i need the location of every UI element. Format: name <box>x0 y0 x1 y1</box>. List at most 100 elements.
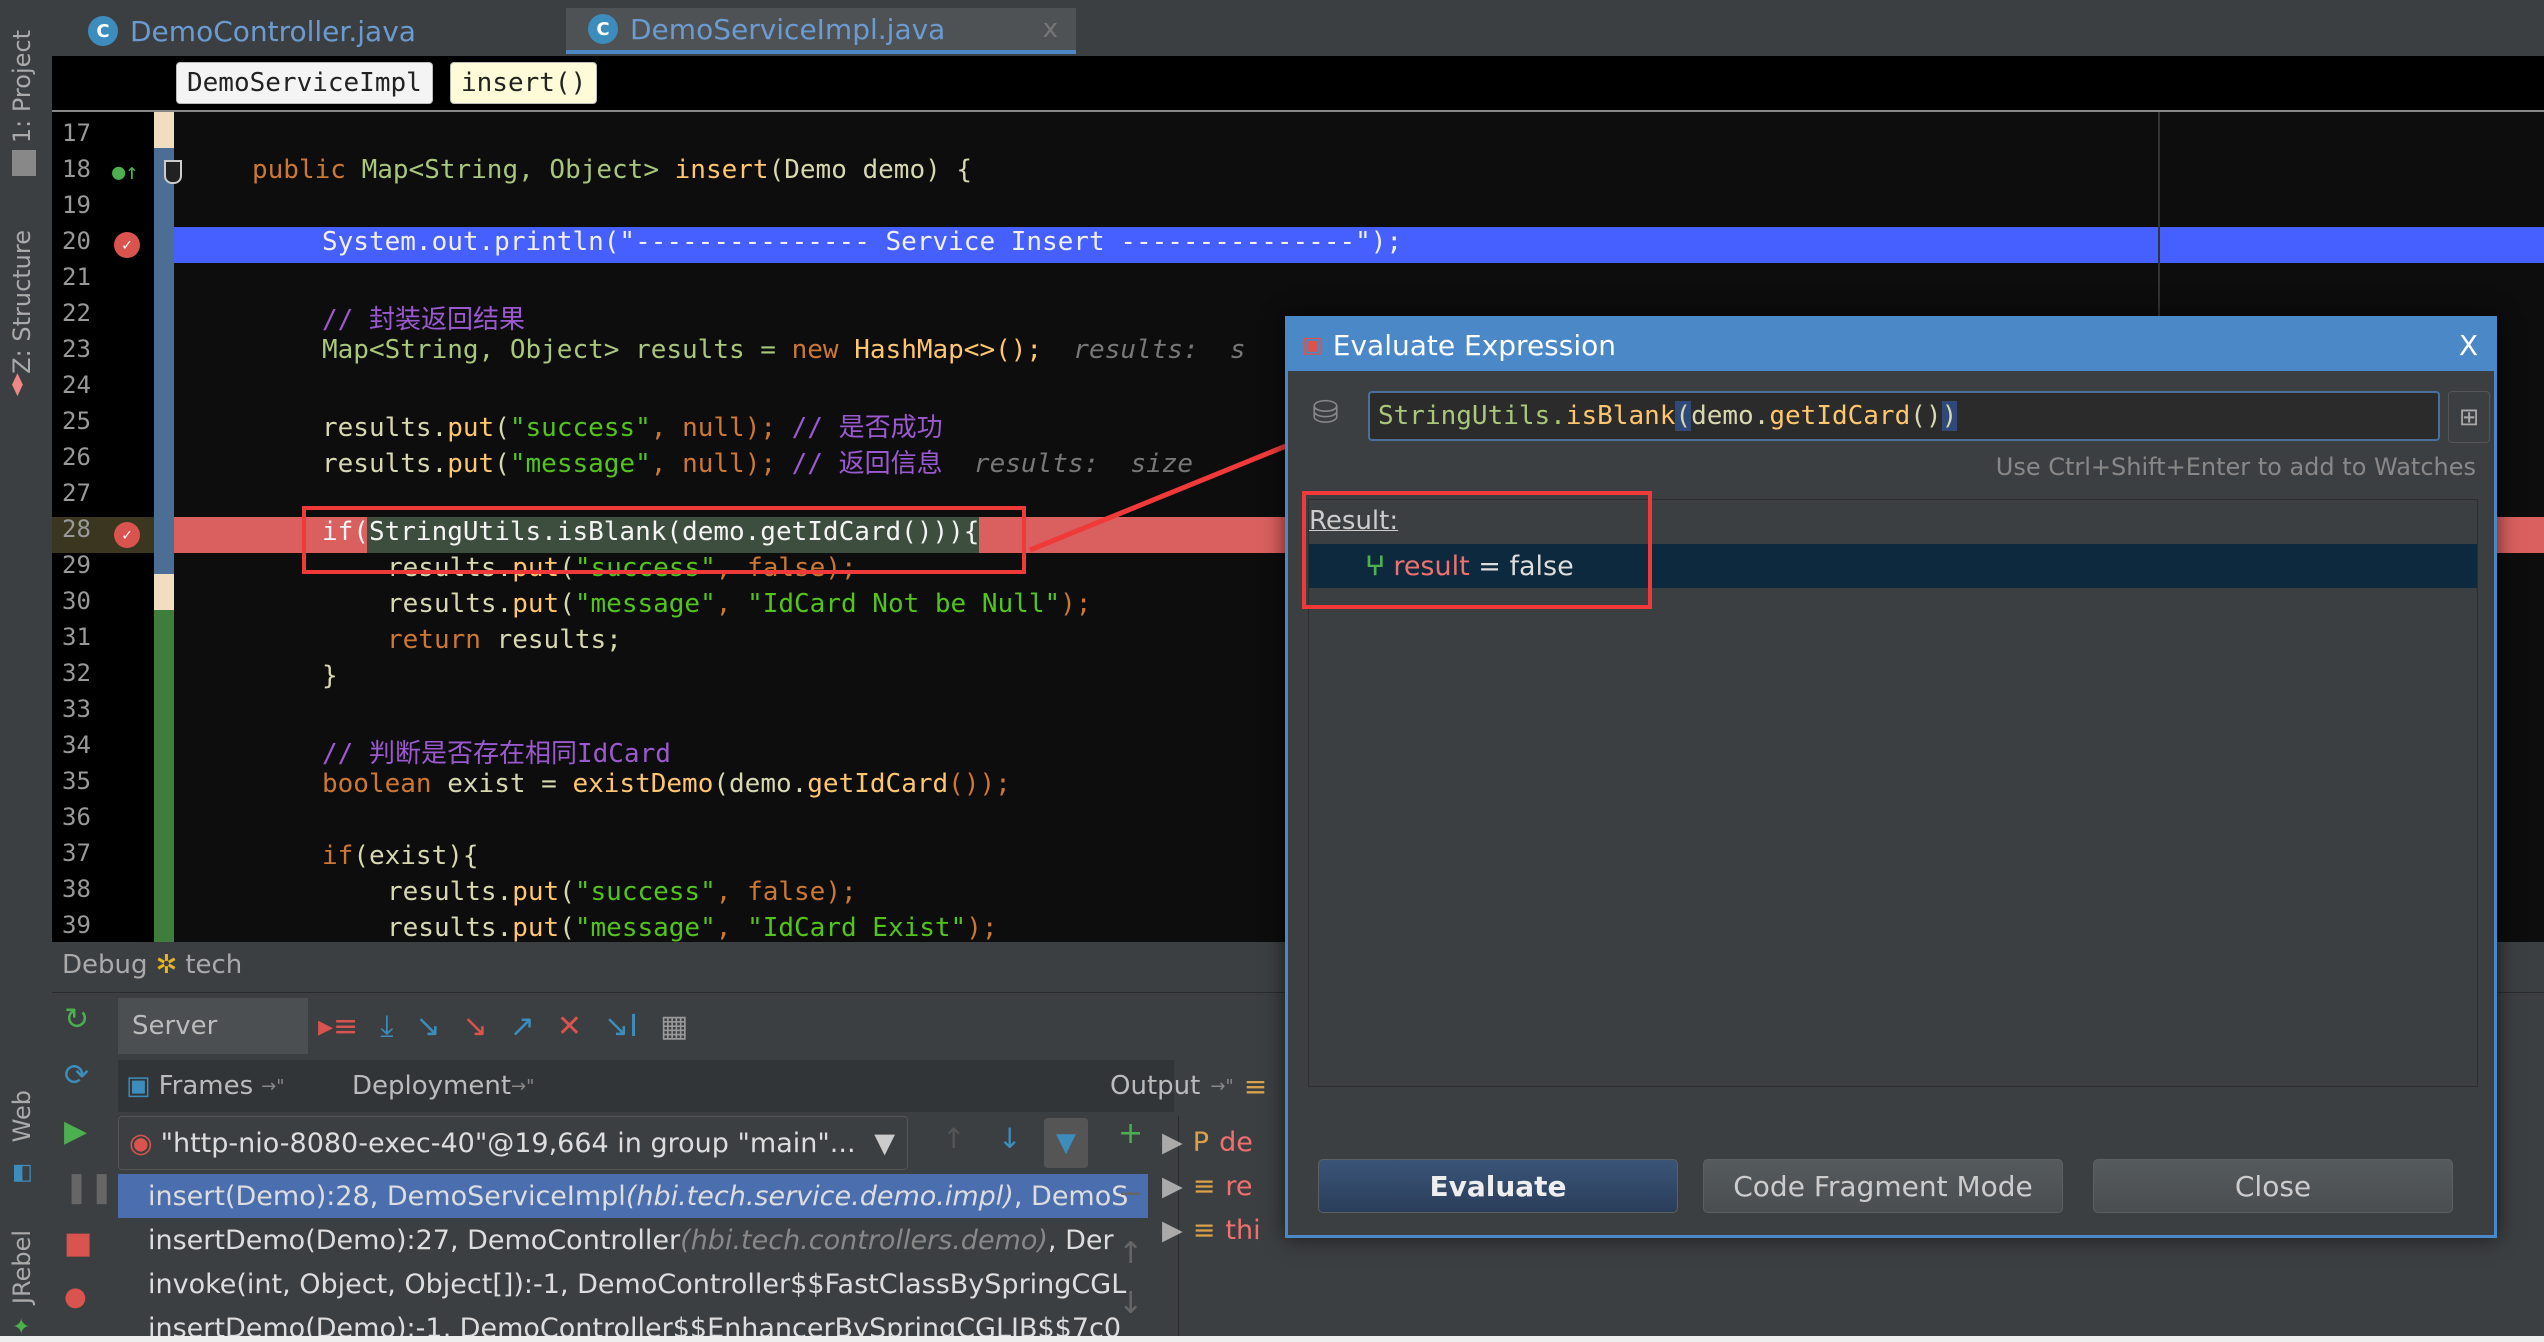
variable-row[interactable]: ▶ ≡ thi <box>1162 1210 1261 1250</box>
close-icon[interactable]: X <box>2459 329 2478 362</box>
line-number: 30 <box>62 587 91 615</box>
dialog-title-bar[interactable]: ▣ Evaluate Expression X <box>1288 319 2494 371</box>
frames-list: insert(Demo):28, DemoServiceImpl (hbi.te… <box>118 1174 1174 1342</box>
fold-icon[interactable] <box>164 160 182 184</box>
line-number: 33 <box>62 695 91 723</box>
line-number: 37 <box>62 839 91 867</box>
variables-icon: ≡ <box>1243 1069 1268 1103</box>
debug-side-toolbar: ↻ ⟳ ▶ ❚❚ ■ ● <box>64 1002 114 1342</box>
evaluate-expression-icon[interactable]: ▦ <box>660 1009 688 1044</box>
annotation-box-result <box>1302 491 1652 609</box>
breadcrumb-class[interactable]: DemoServiceImpl <box>176 62 433 104</box>
variable-row[interactable]: ▶ Pde <box>1162 1122 1253 1162</box>
output-tab[interactable]: Output →" ≡ <box>1110 1060 1267 1112</box>
line-number: 20 <box>62 227 91 255</box>
tab-demo-service-impl[interactable]: C DemoServiceImpl.java x <box>566 8 1076 54</box>
expand-icon[interactable]: ▶ <box>1162 1127 1183 1158</box>
frames-icon: ▣ <box>126 1071 151 1101</box>
chevron-down-icon[interactable]: ▼ <box>874 1128 895 1159</box>
code-line-32: } <box>322 661 338 691</box>
run-to-cursor-icon[interactable]: ↘I <box>604 1009 638 1044</box>
filter-frames-icon[interactable]: ▼ <box>1044 1118 1088 1168</box>
drop-frame-icon[interactable]: ✕ <box>557 1009 582 1044</box>
line-number: 31 <box>62 623 91 651</box>
run-config-name[interactable]: tech <box>185 950 242 980</box>
java-class-icon: C <box>588 14 618 44</box>
frames-tab[interactable]: ▣ Frames →" <box>126 1060 285 1112</box>
change-markers <box>154 112 174 942</box>
pause-icon[interactable]: ❚❚ <box>64 1170 114 1226</box>
expand-icon[interactable]: ▶ <box>1162 1171 1183 1202</box>
line-number: 26 <box>62 443 91 471</box>
step-toolbar: ▸≡ ⤓ ↘ ↘ ↗ ✕ ↘I ▦ <box>318 998 688 1054</box>
expression-history-icon[interactable]: ⛁ <box>1312 393 1339 431</box>
tab-close-icon[interactable]: x <box>1043 14 1058 44</box>
jrebel-tool-button[interactable]: JRebel <box>8 1230 36 1304</box>
breadcrumb-method[interactable]: insert() <box>450 62 598 104</box>
variables-list: ▶ Pde ▶ ≡ re ▶ ≡ thi <box>1162 1116 1302 1342</box>
project-tool-button[interactable]: 1: Project <box>8 30 36 143</box>
next-frame-icon[interactable]: ↓ <box>998 1122 1021 1155</box>
editor-tab-bar: C DemoController.java x C DemoServiceImp… <box>52 0 2544 57</box>
deployment-tab[interactable]: Deployment →" <box>352 1060 534 1112</box>
force-step-into-icon[interactable]: ↘ <box>463 1009 488 1044</box>
thread-selector[interactable]: ◉ "http-nio-8080-exec-40"@19,664 in grou… <box>118 1116 908 1170</box>
code-fragment-mode-button[interactable]: Code Fragment Mode <box>1703 1159 2063 1213</box>
show-execution-point-icon[interactable]: ▸≡ <box>318 1009 358 1044</box>
line-number: 27 <box>62 479 91 507</box>
line-number: 38 <box>62 875 91 903</box>
structure-icon: ⧫ <box>12 372 23 397</box>
stop-icon[interactable]: ■ <box>64 1226 114 1282</box>
line-number: 21 <box>62 263 91 291</box>
step-out-icon[interactable]: ↗ <box>510 1009 535 1044</box>
expression-input[interactable]: StringUtils. isBlank(demo. getIdCard()) <box>1368 391 2440 441</box>
evaluate-button[interactable]: Evaluate <box>1318 1159 1678 1213</box>
line-number: 24 <box>62 371 91 399</box>
stack-frame-row[interactable]: insert(Demo):28, DemoServiceImpl (hbi.te… <box>118 1174 1148 1218</box>
line-number: 34 <box>62 731 91 759</box>
code-line-38: results.put("success", false); <box>387 877 857 907</box>
line-number: 39 <box>62 911 91 939</box>
web-tool-button[interactable]: Web <box>8 1090 36 1142</box>
resume-icon[interactable]: ▶ <box>64 1114 114 1170</box>
dialog-title: Evaluate Expression <box>1332 328 1616 362</box>
tomcat-icon: ✲ <box>155 950 178 980</box>
rerun-icon[interactable]: ↻ <box>64 1002 114 1058</box>
stack-frame-row[interactable]: invoke(int, Object, Object[]):-1, DemoCo… <box>118 1262 1148 1306</box>
code-line-23: Map<String, Object> results = new HashMa… <box>322 335 1246 365</box>
code-line-22: // 封装返回结果 <box>322 305 525 335</box>
line-number: 17 <box>62 119 91 147</box>
variable-type-icon: ≡ <box>1192 1214 1216 1246</box>
variable-type-icon: P <box>1192 1126 1210 1158</box>
close-button[interactable]: Close <box>2093 1159 2453 1213</box>
debug-header: Debug ✲ tech <box>62 950 242 980</box>
variable-type-icon: ≡ <box>1192 1170 1216 1202</box>
project-icon <box>12 150 36 176</box>
previous-frame-icon[interactable]: ↑ <box>942 1122 965 1155</box>
implements-icon[interactable]: ●↑ <box>112 160 139 185</box>
code-line-34: // 判断是否存在相同IdCard <box>322 739 671 769</box>
stack-frame-row[interactable]: insertDemo(Demo):27, DemoController (hbi… <box>118 1218 1148 1262</box>
view-breakpoints-icon[interactable]: ● <box>64 1282 114 1322</box>
code-line-25: results.put("success", null); // 是否成功 <box>322 413 943 443</box>
variable-row[interactable]: ▶ ≡ re <box>1162 1166 1253 1206</box>
java-class-icon: C <box>88 16 118 46</box>
step-over-icon[interactable]: ⤓ <box>380 1009 393 1044</box>
breakpoint-icon[interactable]: ✓ <box>114 232 140 258</box>
breakpoint-icon[interactable]: ✓ <box>114 522 140 548</box>
step-into-icon[interactable]: ↘ <box>415 1009 440 1044</box>
add-to-watches-icon[interactable]: ⊞ <box>2448 391 2490 443</box>
debug-title: Debug <box>62 950 148 980</box>
refresh-icon[interactable]: ⟳ <box>64 1058 114 1114</box>
expand-icon[interactable]: ▶ <box>1162 1215 1183 1246</box>
line-number: 32 <box>62 659 91 687</box>
left-tool-stripe: 1: Project Z: Structure ⧫ Web ◧ JRebel ✦ <box>0 0 53 1342</box>
tab-demo-controller[interactable]: C DemoController.java x <box>66 8 606 54</box>
evaluate-expression-dialog: ▣ Evaluate Expression X ⛁ StringUtils. is… <box>1285 316 2497 1238</box>
intellij-icon: ▣ <box>1302 332 1323 358</box>
code-line-37: if(exist){ <box>322 841 479 871</box>
structure-tool-button[interactable]: Z: Structure <box>8 230 36 374</box>
suspended-thread-icon: ◉ <box>129 1127 153 1159</box>
line-number: 23 <box>62 335 91 363</box>
server-tab[interactable]: Server <box>118 998 308 1054</box>
